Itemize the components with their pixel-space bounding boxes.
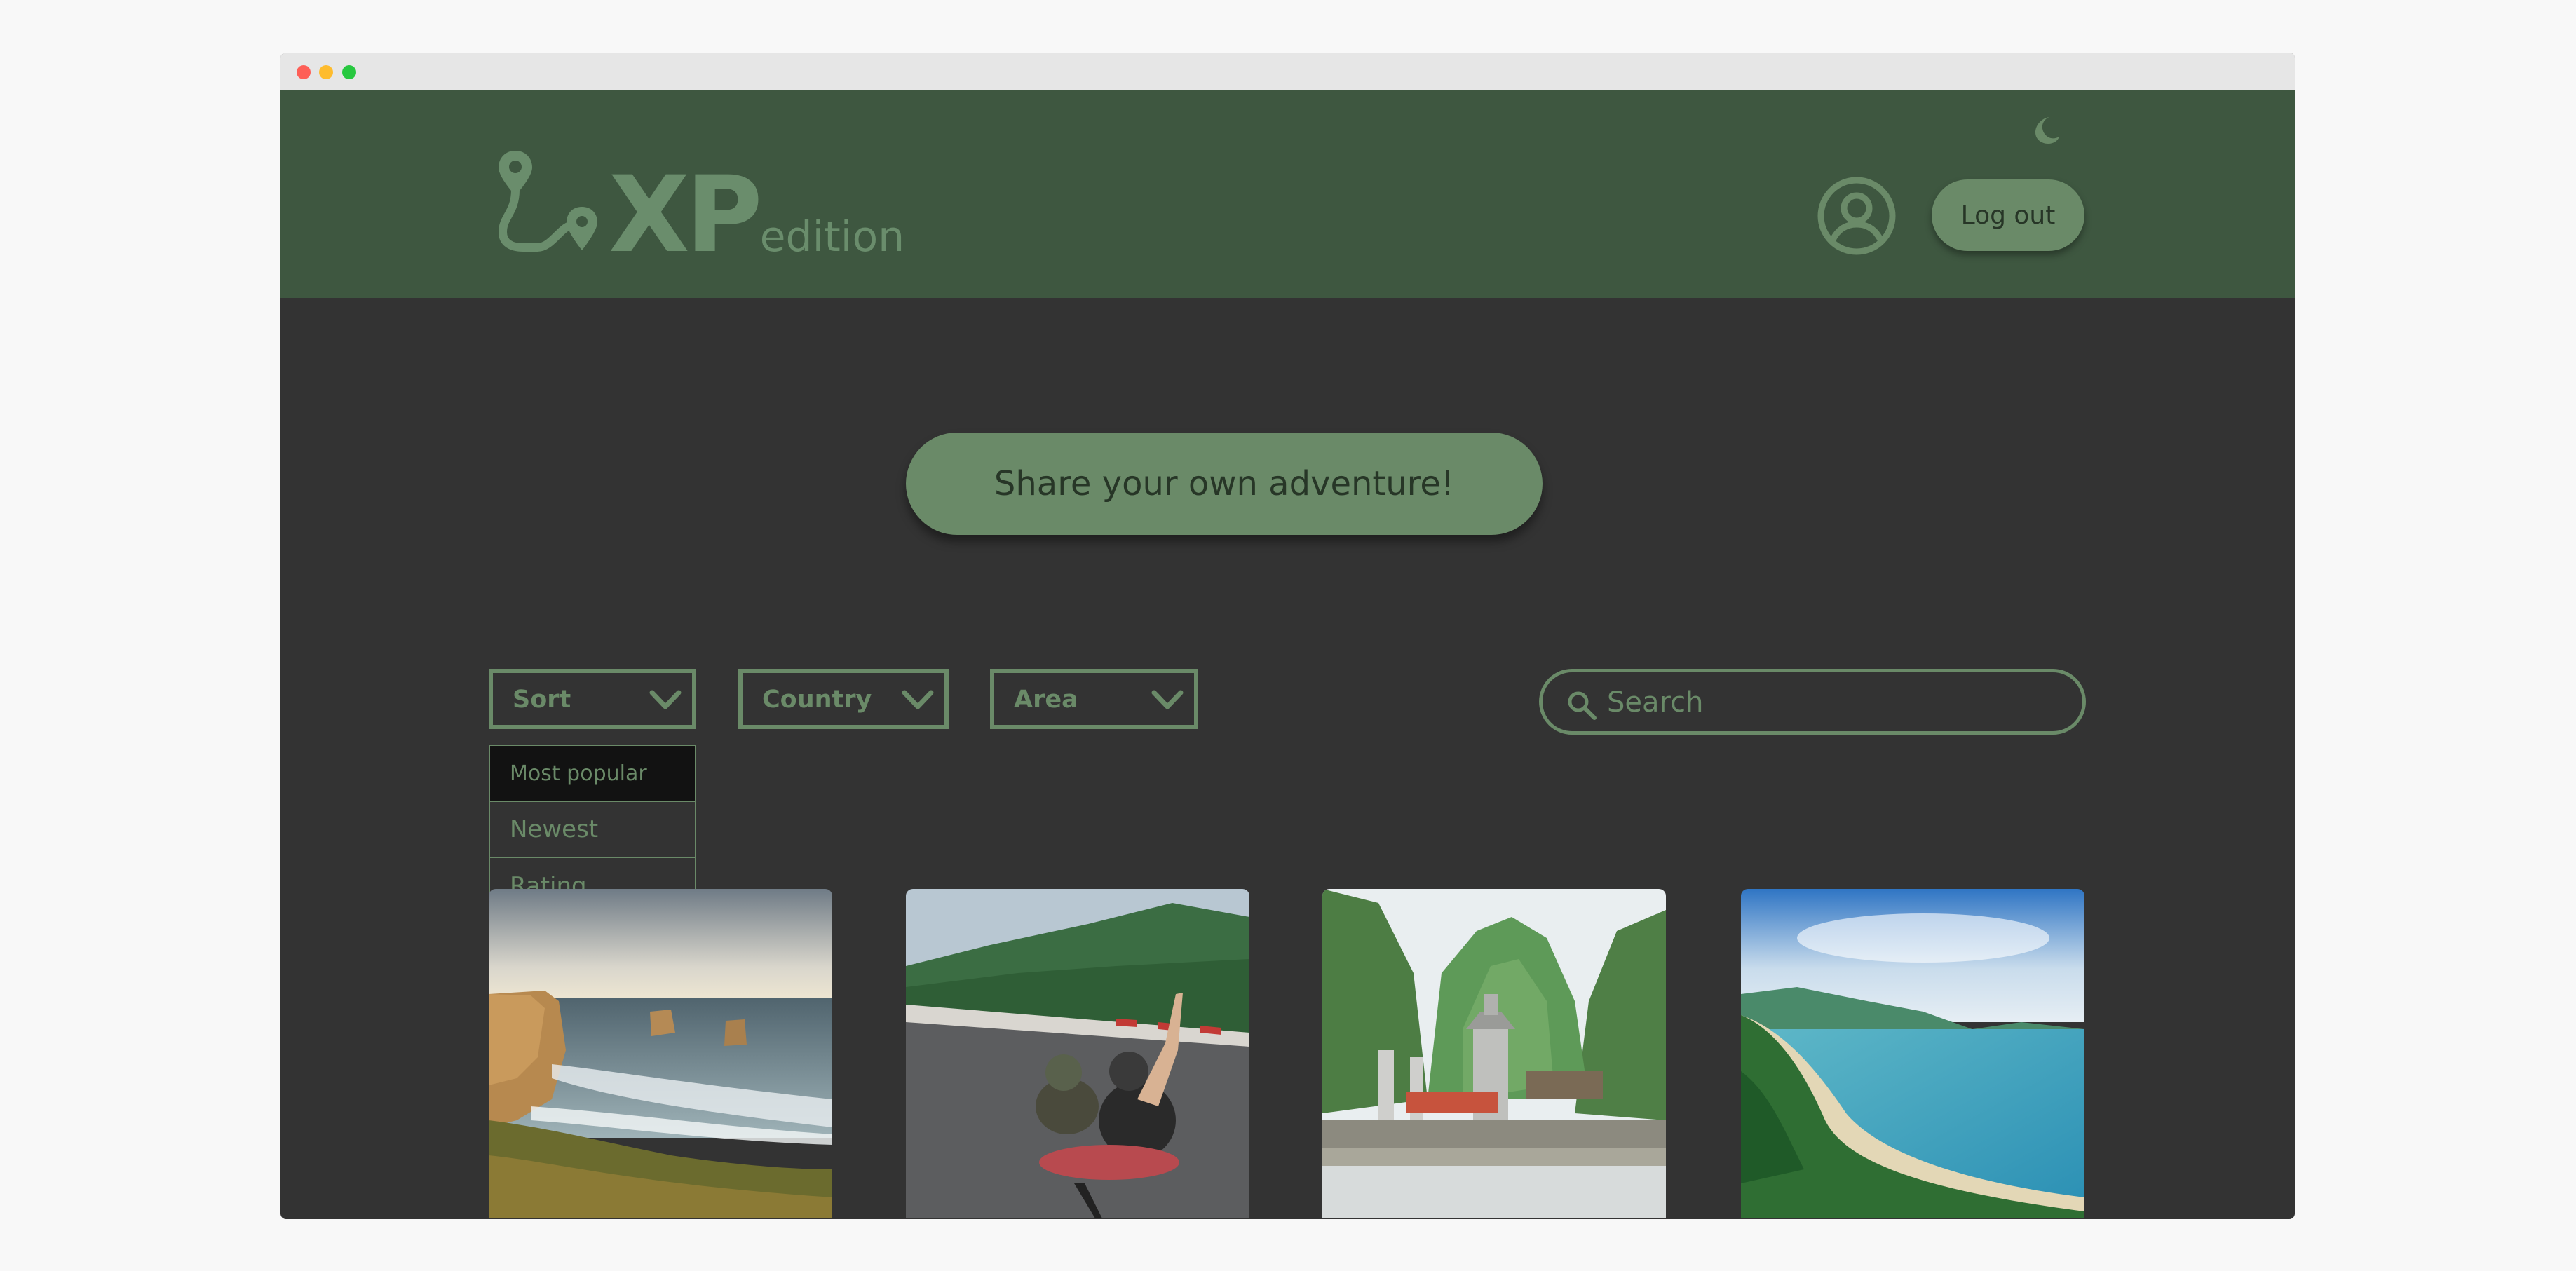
beach-coast-photo bbox=[1741, 889, 2084, 1218]
brand-wordmark[interactable]: XPedition bbox=[609, 163, 904, 268]
search-icon[interactable] bbox=[1566, 690, 1597, 723]
close-window-button[interactable] bbox=[297, 65, 311, 79]
country-dropdown[interactable]: Country bbox=[738, 669, 949, 729]
adventure-card-temple-gate[interactable] bbox=[1322, 889, 1666, 1225]
route-pin-icon[interactable] bbox=[496, 149, 602, 257]
search-input[interactable] bbox=[1606, 679, 2057, 726]
search-bar bbox=[1539, 669, 2086, 735]
sort-option-newest[interactable]: Newest bbox=[490, 802, 695, 858]
sort-option-most-popular[interactable]: Most popular bbox=[490, 746, 695, 802]
maximize-window-button[interactable] bbox=[342, 65, 356, 79]
brand-name-sub: edition bbox=[759, 212, 905, 261]
motorbike-road-photo bbox=[906, 889, 1249, 1218]
sort-dropdown-label: Sort bbox=[513, 686, 571, 714]
logout-button[interactable]: Log out bbox=[1932, 179, 2084, 251]
adventure-card-motorbike-road[interactable] bbox=[906, 889, 1249, 1225]
chevron-down-icon bbox=[1151, 688, 1184, 719]
area-dropdown-label: Area bbox=[1014, 686, 1078, 714]
chevron-down-icon bbox=[901, 688, 935, 719]
adventure-card-beach-coast[interactable] bbox=[1741, 889, 2084, 1225]
brand-name-main: XP bbox=[609, 154, 763, 276]
moon-icon[interactable] bbox=[2030, 114, 2061, 148]
area-dropdown[interactable]: Area bbox=[990, 669, 1198, 729]
sort-dropdown[interactable]: Sort bbox=[489, 669, 696, 729]
chevron-down-icon bbox=[649, 688, 682, 719]
country-dropdown-label: Country bbox=[762, 686, 872, 714]
adventure-card-coastal-cliffs[interactable] bbox=[489, 889, 832, 1225]
coastal-cliffs-photo bbox=[489, 889, 832, 1218]
window-titlebar bbox=[280, 53, 2295, 90]
share-adventure-button[interactable]: Share your own adventure! bbox=[906, 433, 1543, 535]
temple-gate-photo bbox=[1322, 889, 1666, 1218]
user-avatar-icon[interactable] bbox=[1817, 177, 1896, 258]
minimize-window-button[interactable] bbox=[319, 65, 333, 79]
